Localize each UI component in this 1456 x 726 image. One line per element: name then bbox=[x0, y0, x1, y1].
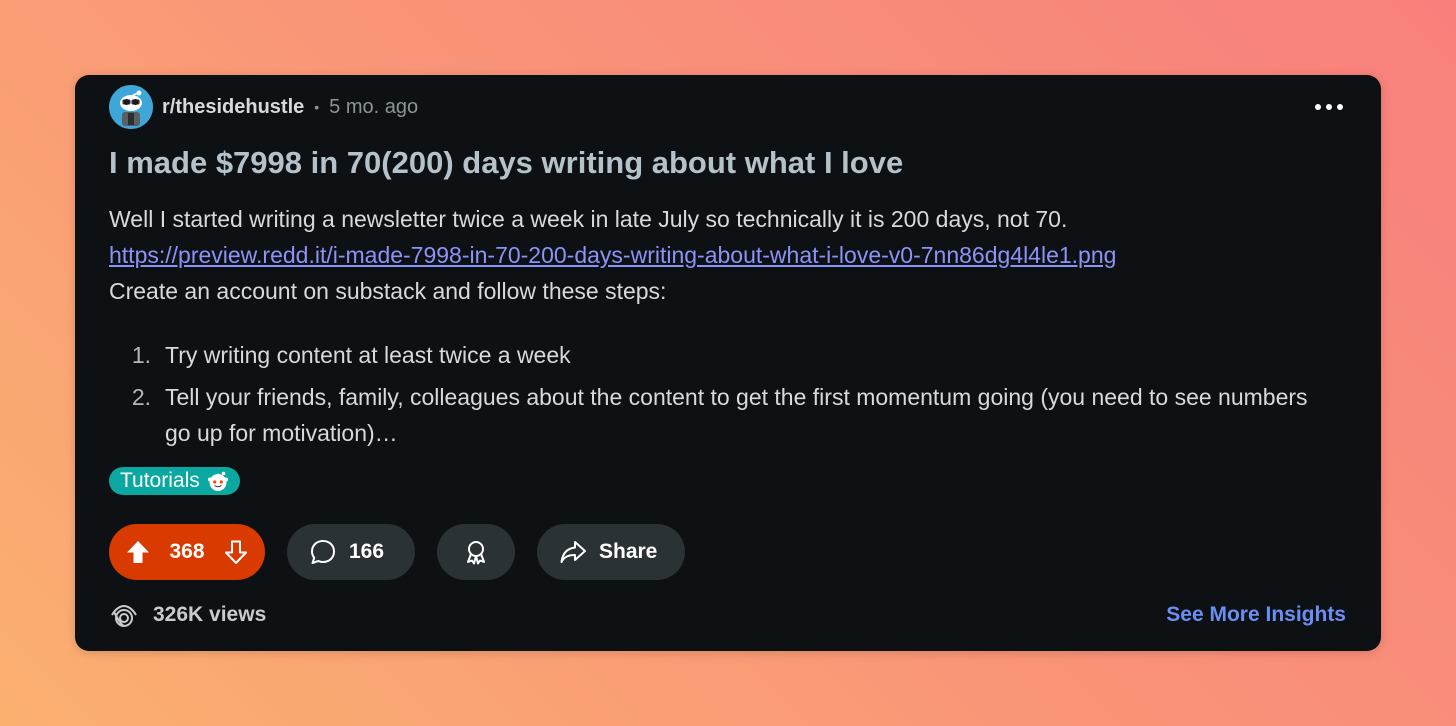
flair-label: Tutorials bbox=[120, 469, 200, 492]
action-bar: 368 166 Share bbox=[109, 524, 685, 580]
snoo-icon bbox=[207, 471, 228, 491]
views-eye-icon bbox=[111, 604, 137, 627]
vote-score: 368 bbox=[169, 540, 205, 563]
post-body: Well I started writing a newsletter twic… bbox=[109, 201, 1349, 309]
list-number: 1. bbox=[131, 342, 151, 368]
list-number: 2. bbox=[131, 384, 151, 410]
more-dot bbox=[1315, 104, 1321, 110]
award-icon bbox=[467, 541, 485, 565]
comment-count: 166 bbox=[349, 540, 385, 563]
subreddit-name[interactable]: r/thesidehustle bbox=[162, 96, 304, 119]
vote-control: 368 bbox=[109, 524, 265, 580]
post-title[interactable]: I made $7998 in 70(200) days writing abo… bbox=[109, 145, 903, 181]
list-text: Try writing content at least twice a wee… bbox=[165, 342, 571, 368]
steps-list: 1. Try writing content at least twice a … bbox=[109, 337, 1349, 457]
post-card[interactable]: r/thesidehustle • 5 mo. ago I made $7998… bbox=[75, 75, 1381, 651]
more-options-icon[interactable] bbox=[1315, 97, 1343, 117]
share-button[interactable]: Share bbox=[537, 524, 685, 580]
comment-bubble-icon bbox=[311, 540, 335, 564]
post-flair[interactable]: Tutorials bbox=[109, 467, 240, 495]
views-stat: 326K views bbox=[109, 600, 266, 630]
subreddit-avatar[interactable] bbox=[109, 85, 153, 129]
share-arrow-icon bbox=[560, 541, 586, 563]
list-item: 1. Try writing content at least twice a … bbox=[109, 337, 1349, 373]
body-paragraph: Well I started writing a newsletter twic… bbox=[109, 206, 1068, 232]
downvote-arrow-icon[interactable] bbox=[223, 539, 249, 565]
header-separator: • bbox=[314, 99, 320, 115]
post-age: 5 mo. ago bbox=[329, 95, 419, 118]
more-dot bbox=[1337, 104, 1343, 110]
award-button[interactable] bbox=[437, 524, 515, 580]
comments-button[interactable]: 166 bbox=[287, 524, 415, 580]
post-header: r/thesidehustle • 5 mo. ago bbox=[109, 85, 418, 129]
share-label: Share bbox=[599, 540, 658, 563]
more-dot bbox=[1326, 104, 1332, 110]
snoo-avatar-icon bbox=[109, 85, 153, 129]
body-paragraph: Create an account on substack and follow… bbox=[109, 278, 667, 304]
image-link[interactable]: https://preview.redd.it/i-made-7998-in-7… bbox=[109, 242, 1116, 268]
list-text: Tell your friends, family, colleagues ab… bbox=[165, 384, 1308, 446]
list-item: 2. Tell your friends, family, colleagues… bbox=[109, 379, 1349, 451]
upvote-arrow-icon[interactable] bbox=[125, 539, 151, 565]
see-more-insights-link[interactable]: See More Insights bbox=[1166, 603, 1346, 627]
views-count: 326K views bbox=[153, 603, 267, 626]
